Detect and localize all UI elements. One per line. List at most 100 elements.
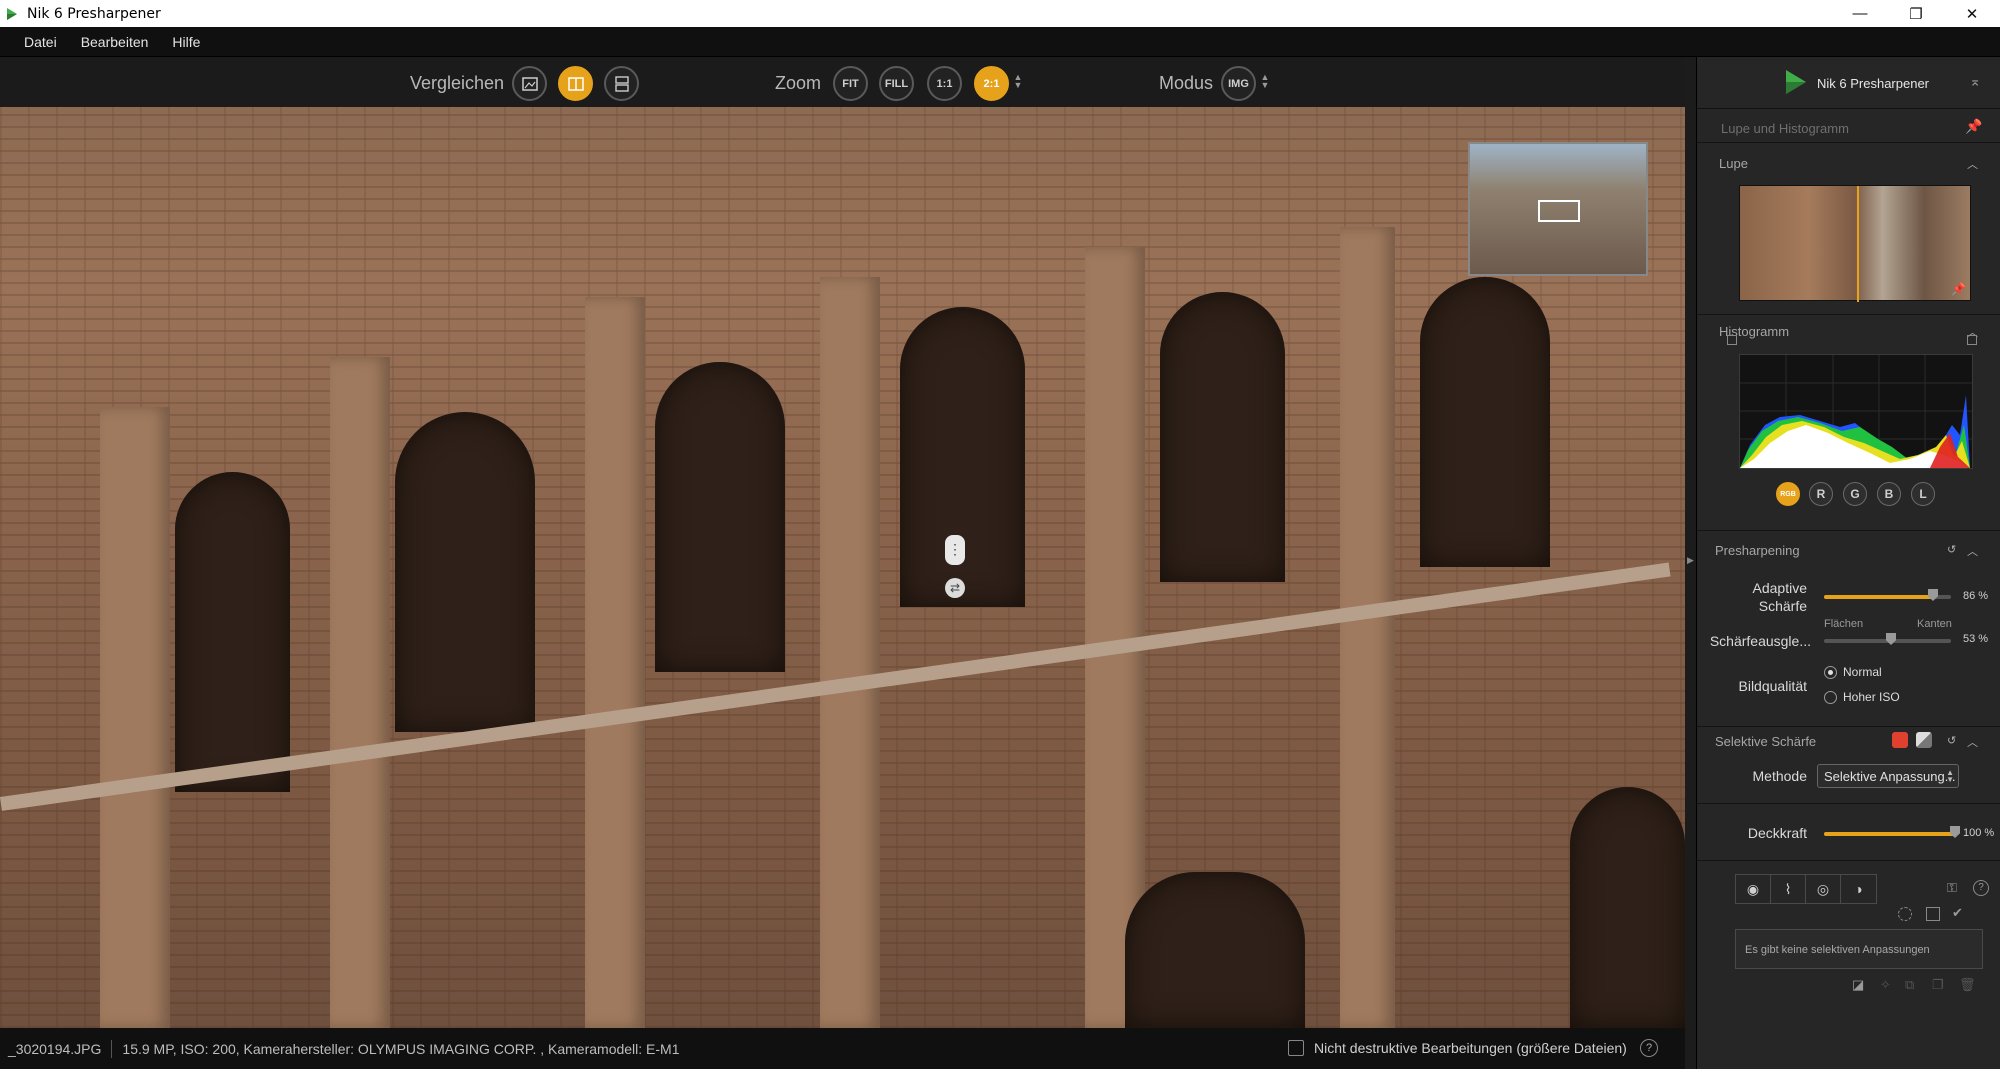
histogram-g-button[interactable]: G xyxy=(1843,482,1867,506)
mask-view-icon[interactable] xyxy=(1916,732,1932,748)
help-icon[interactable]: ? xyxy=(1640,1039,1658,1057)
histogram-rgb-button[interactable]: RGB xyxy=(1776,482,1800,506)
compare-single-view-button[interactable] xyxy=(512,66,547,101)
status-separator xyxy=(111,1039,113,1058)
select-none-icon[interactable] xyxy=(1898,907,1912,921)
window-title: Nik 6 Presharpener xyxy=(27,5,161,22)
app-logo-icon xyxy=(7,7,17,20)
panel-toggle-icon[interactable]: ▶ xyxy=(1687,555,1694,566)
zoom-fit-button[interactable]: FIT xyxy=(833,66,868,101)
compare-split-view-button[interactable] xyxy=(558,66,593,101)
section-divider xyxy=(1697,803,2000,804)
radial-tool-icon[interactable]: ◎ xyxy=(1806,875,1841,903)
balance-slider[interactable] xyxy=(1824,633,1951,645)
zoom-fill-button[interactable]: FILL xyxy=(879,66,914,101)
apply-check-icon[interactable]: ✔ xyxy=(1952,905,1963,921)
wall-pillar xyxy=(585,297,645,1028)
status-bar: _3020194.JPG 15.9 MP, ISO: 200, Kamerahe… xyxy=(0,1028,1685,1069)
arch-opening xyxy=(1160,292,1285,582)
navigator-thumbnail[interactable] xyxy=(1468,142,1648,276)
nondestructive-label: Nicht destruktive Bearbeitungen (größere… xyxy=(1314,1040,1627,1056)
nondestructive-checkbox[interactable] xyxy=(1288,1040,1304,1056)
status-filename: _3020194.JPG xyxy=(8,1040,102,1057)
quality-normal-radio[interactable] xyxy=(1824,666,1837,679)
group-icon[interactable]: ⧉ xyxy=(1905,977,1914,993)
wall-pillar xyxy=(100,407,170,1028)
mode-img-button[interactable]: IMG xyxy=(1221,66,1256,101)
menu-datei[interactable]: Datei xyxy=(24,34,57,50)
selective-collapse-chevron-icon[interactable]: ︿ xyxy=(1967,734,1978,750)
selective-list: Es gibt keine selektiven Anpassungen xyxy=(1735,929,1983,969)
opacity-slider[interactable] xyxy=(1824,826,1960,838)
mode-stepper-icon[interactable]: ▲ ▼ xyxy=(1260,73,1270,90)
minimize-button[interactable]: — xyxy=(1832,0,1888,27)
shadow-clip-toggle[interactable] xyxy=(1727,335,1737,345)
side-by-side-icon xyxy=(614,75,629,92)
slider-knob[interactable] xyxy=(1886,633,1896,645)
histogram-r-button[interactable]: R xyxy=(1809,482,1833,506)
zoom-1-1-button[interactable]: 1:1 xyxy=(927,66,962,101)
slider-fill xyxy=(1824,832,1955,836)
point-icon[interactable]: ✧ xyxy=(1880,977,1891,993)
top-toolbar: Vergleichen Zoom FIT FILL 1:1 2:1 ▲ ▼ Mod… xyxy=(0,57,1685,107)
arch-opening xyxy=(175,472,290,792)
method-select[interactable]: Selektive Anpassung... ▲ ▼ xyxy=(1817,764,1959,788)
select-all-icon[interactable] xyxy=(1926,907,1940,921)
section-divider xyxy=(1697,860,2000,861)
selective-reset-icon[interactable]: ↺ xyxy=(1947,734,1956,747)
single-view-icon xyxy=(521,76,538,91)
mode-label: Modus xyxy=(1159,73,1214,93)
gradient-tool-icon[interactable]: ◑ xyxy=(1841,875,1876,903)
section-divider xyxy=(1697,314,2000,315)
menu-bearbeiten[interactable]: Bearbeiten xyxy=(81,34,149,50)
wall-pillar xyxy=(1340,227,1395,1028)
split-swap-icon[interactable]: ⇄ xyxy=(945,578,965,598)
zoom-stepper-icon[interactable]: ▲ ▼ xyxy=(1013,73,1023,90)
navigator-viewport[interactable] xyxy=(1538,200,1580,222)
image-quality-label: Bildqualität xyxy=(1738,678,1808,694)
slider-fill xyxy=(1824,595,1933,599)
loupe-preview[interactable]: 📌 xyxy=(1739,185,1971,302)
selective-empty-text: Es gibt keine selektiven Anpassungen xyxy=(1745,944,1930,956)
settings-key-icon[interactable]: ⚿ xyxy=(1947,880,1957,896)
slider-knob[interactable] xyxy=(1928,589,1938,601)
control-point-tool-icon[interactable]: ◉ xyxy=(1736,875,1771,903)
collapse-panel-icon[interactable]: ⌅ xyxy=(1969,73,1981,90)
maximize-button[interactable]: ❐ xyxy=(1888,0,1944,27)
brush-tool-icon[interactable]: ⌇ xyxy=(1771,875,1806,903)
method-select-value: Selektive Anpassung... xyxy=(1824,769,1956,784)
delete-icon[interactable]: 🗑 xyxy=(1959,977,1976,993)
adaptive-sharpness-label-line2: Schärfe xyxy=(1758,598,1807,614)
presharpening-collapse-chevron-icon[interactable]: ︿ xyxy=(1967,543,1978,559)
image-canvas[interactable]: ⋮ ⇄ xyxy=(0,107,1685,1028)
zoom-2-1-button[interactable]: 2:1 xyxy=(974,66,1009,101)
compare-side-by-side-button[interactable] xyxy=(604,66,639,101)
opacity-label: Deckkraft xyxy=(1747,825,1807,841)
loupe-histogram-title: Lupe und Histogramm xyxy=(1721,121,1849,136)
loupe-pin-icon[interactable]: 📌 xyxy=(1951,282,1966,296)
section-divider xyxy=(1697,530,2000,531)
highlight-clip-toggle[interactable] xyxy=(1967,335,1977,345)
quality-high-iso-radio[interactable] xyxy=(1824,691,1837,704)
loupe-split-line xyxy=(1857,186,1859,302)
add-mask-icon[interactable]: ◪ xyxy=(1852,977,1864,993)
loupe-collapse-chevron-icon[interactable]: ︿ xyxy=(1967,156,1978,172)
slider-knob[interactable] xyxy=(1950,826,1960,838)
panel-header: Nik 6 Presharpener ⌅ xyxy=(1697,57,2000,109)
zoom-label: Zoom xyxy=(775,73,822,93)
pin-icon[interactable]: 📌 xyxy=(1965,118,1982,135)
right-panel: Nik 6 Presharpener ⌅ Lupe und Histogramm… xyxy=(1696,57,2000,1069)
duplicate-icon[interactable]: ❐ xyxy=(1932,977,1944,993)
adaptive-sharpness-slider[interactable] xyxy=(1824,589,1951,601)
close-button[interactable]: ✕ xyxy=(1944,0,2000,27)
presharpening-reset-icon[interactable]: ↺ xyxy=(1947,543,1956,556)
histogram-b-button[interactable]: B xyxy=(1877,482,1901,506)
menu-hilfe[interactable]: Hilfe xyxy=(172,34,200,50)
histogram-l-button[interactable]: L xyxy=(1911,482,1935,506)
selective-help-icon[interactable]: ? xyxy=(1973,880,1989,896)
menu-bar: Datei Bearbeiten Hilfe xyxy=(0,27,2000,57)
selective-title: Selektive Schärfe xyxy=(1715,734,1817,749)
split-handle[interactable]: ⋮ xyxy=(945,535,965,565)
mask-color-swatch[interactable] xyxy=(1892,732,1908,748)
arch-opening xyxy=(395,412,535,732)
